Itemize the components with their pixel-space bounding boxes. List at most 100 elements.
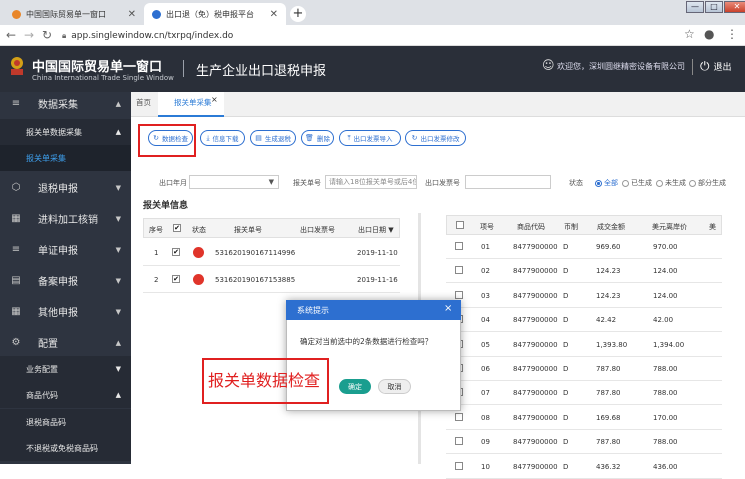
cell-cur: D bbox=[563, 267, 569, 276]
sidebar-item-tax-refund[interactable]: ⬡ 退税申报 ▼ bbox=[0, 172, 131, 203]
sidebar-item-filing[interactable]: ▤ 备案申报 ▼ bbox=[0, 265, 131, 296]
cell-fob: 788.00 bbox=[653, 389, 678, 398]
table-row[interactable]: 2 ✔ 531620190167153885 2019-11-16 bbox=[143, 266, 400, 293]
sidebar-item-label: 其他申报 bbox=[38, 308, 78, 319]
select-all-checkbox[interactable]: ✔ bbox=[173, 224, 181, 232]
confirm-button[interactable]: 确定 bbox=[339, 379, 371, 394]
cell-no: 06 bbox=[481, 365, 490, 373]
status-all-radio[interactable]: 全部 bbox=[595, 178, 618, 188]
chevron-down-icon: ▼ bbox=[268, 178, 274, 186]
row-checkbox[interactable] bbox=[455, 437, 463, 446]
tab-decl-collect[interactable]: 报关单采集 × bbox=[158, 92, 224, 117]
radio-icon bbox=[656, 179, 663, 187]
sidebar-item-data-collection[interactable]: ≡ 数据采集 ▲ bbox=[0, 88, 131, 119]
export-month-select[interactable]: ▼ bbox=[189, 175, 279, 189]
chevron-down-icon: ▼ bbox=[115, 214, 121, 223]
decl-no-input[interactable]: 请输入18位报关单号或后4位 bbox=[325, 175, 417, 189]
dialog-close-icon[interactable]: × bbox=[444, 303, 452, 314]
decl-no-placeholder: 请输入18位报关单号或后4位 bbox=[329, 178, 417, 186]
book-icon: ▤ bbox=[11, 275, 21, 286]
column-header[interactable]: 出口日期 ▼ bbox=[358, 225, 394, 235]
sidebar-subitem-exempt-code[interactable]: 不退税或免税商品码 bbox=[0, 435, 131, 461]
select-all-checkbox[interactable] bbox=[456, 221, 464, 229]
cell-code: 8477900000 bbox=[513, 340, 558, 349]
column-header: 序号 bbox=[149, 226, 163, 234]
download-icon: ⤓ bbox=[206, 133, 210, 142]
tab-close-icon[interactable]: × bbox=[211, 95, 218, 104]
sidebar-subitem-label: 商品代码 bbox=[26, 390, 58, 400]
sidebar-subitem-refund-code[interactable]: 退税商品码 bbox=[0, 409, 131, 435]
table-row[interactable]: 10 8477900000 D 436.32 436.00 bbox=[446, 455, 722, 479]
cell-amount: 124.23 bbox=[596, 267, 621, 276]
logo-title: 中国国际贸易单一窗口 bbox=[32, 60, 163, 75]
table-row[interactable]: 08 8477900000 D 169.68 170.00 bbox=[446, 406, 722, 430]
tab-close-icon[interactable]: ✕ bbox=[270, 9, 278, 20]
sidebar-item-label: 备案申报 bbox=[38, 277, 78, 288]
favicon-icon bbox=[12, 9, 21, 19]
minimize-button[interactable]: — bbox=[686, 1, 704, 13]
status-dot-icon bbox=[193, 247, 204, 258]
row-checkbox[interactable]: ✔ bbox=[172, 275, 180, 283]
gear-icon: ⚙︎ bbox=[11, 337, 21, 348]
close-window-button[interactable]: ✕ bbox=[724, 1, 745, 13]
tab-label: 出口退（免）税申报平台 bbox=[166, 9, 254, 19]
maximize-button[interactable]: □ bbox=[705, 1, 723, 13]
table-row[interactable]: 02 8477900000 D 124.23 124.00 bbox=[446, 259, 722, 284]
cancel-button[interactable]: 取消 bbox=[378, 379, 411, 394]
doc-icon: ▤ bbox=[255, 134, 262, 142]
row-checkbox[interactable] bbox=[455, 266, 463, 275]
row-checkbox[interactable]: ✔ bbox=[172, 248, 180, 256]
browser-tab-tax-platform[interactable]: 出口退（免）税申报平台 ✕ bbox=[144, 3, 286, 25]
bookmark-star-icon[interactable]: ☆ bbox=[684, 27, 695, 41]
upload-icon: ⤒ bbox=[347, 133, 351, 142]
profile-icon[interactable]: ● bbox=[704, 27, 714, 41]
new-tab-button[interactable]: + bbox=[290, 6, 306, 22]
table-row[interactable]: 05 8477900000 D 1,393.80 1,394.00 bbox=[446, 333, 722, 357]
cell-cur: D bbox=[563, 365, 569, 373]
sidebar-subitem-decl-collect[interactable]: 报关单采集 bbox=[0, 145, 131, 171]
row-checkbox[interactable] bbox=[455, 412, 463, 421]
url-text: app.singlewindow.cn/txrpq/index.do bbox=[71, 30, 234, 41]
table-row[interactable]: 01 8477900000 D 969.60 970.00 bbox=[446, 235, 722, 259]
status-partial-radio[interactable]: 部分生成 bbox=[689, 178, 726, 188]
layers-icon: ≡ bbox=[11, 98, 21, 109]
table-row[interactable]: 03 8477900000 D 124.23 124.00 bbox=[446, 284, 722, 308]
forward-icon[interactable]: → bbox=[24, 28, 34, 42]
status-not-generated-radio[interactable]: 未生成 bbox=[656, 178, 686, 188]
info-download-button[interactable]: ⤓ 信息下载 bbox=[200, 130, 245, 146]
tab-home[interactable]: 首页 bbox=[136, 97, 151, 108]
status-generated-radio[interactable]: 已生成 bbox=[622, 178, 652, 188]
invoice-no-input[interactable] bbox=[465, 175, 551, 189]
row-checkbox[interactable] bbox=[455, 242, 463, 250]
url-field[interactable]: 🔒︎ app.singlewindow.cn/txrpq/index.do bbox=[62, 28, 674, 43]
menu-kebab-icon[interactable]: ⋮ bbox=[726, 27, 738, 41]
logout-button[interactable]: ⏻ 退出 bbox=[700, 59, 732, 74]
sidebar-item-other[interactable]: ▦ 其他申报 ▼ bbox=[0, 296, 131, 327]
cell-amount: 787.80 bbox=[596, 365, 621, 373]
table-row[interactable]: 1 ✔ 531620190167114996 2019-11-10 bbox=[143, 239, 400, 266]
table-row[interactable]: 07 8477900000 D 787.80 788.00 bbox=[446, 381, 722, 406]
row-checkbox[interactable] bbox=[455, 461, 463, 470]
tab-close-icon[interactable]: ✕ bbox=[128, 9, 136, 20]
sidebar-item-config[interactable]: ⚙︎ 配置 ▲ bbox=[0, 327, 131, 358]
generate-refund-button[interactable]: ▤ 生成退税 bbox=[250, 130, 296, 146]
reload-icon[interactable]: ↻ bbox=[42, 28, 52, 42]
row-checkbox[interactable] bbox=[455, 290, 463, 299]
dialog-message: 确定对当前选中的2条数据进行检查吗？ bbox=[300, 337, 433, 346]
sidebar-subitem-biz-config[interactable]: 业务配置 ▼ bbox=[0, 356, 131, 382]
status-dot-icon bbox=[193, 274, 204, 285]
sidebar-subitem-decl-data[interactable]: 报关单数据采集 ▲ bbox=[0, 119, 131, 145]
invoice-import-button[interactable]: ⤒ 出口发票导入 bbox=[339, 130, 401, 146]
back-icon[interactable]: ← bbox=[6, 28, 16, 42]
sidebar-subitem-goods-code[interactable]: 商品代码 ▲ bbox=[0, 382, 131, 408]
table-row[interactable]: 09 8477900000 D 787.80 788.00 bbox=[446, 430, 722, 455]
sidebar-item-processing[interactable]: ▦ 进料加工核销 ▼ bbox=[0, 203, 131, 234]
export-month-label: 出口年月 bbox=[159, 179, 187, 187]
table-row[interactable]: 06 8477900000 D 787.80 788.00 bbox=[446, 357, 722, 381]
sidebar-item-documents[interactable]: ≡ 单证申报 ▼ bbox=[0, 234, 131, 265]
invoice-edit-button[interactable]: ↻ 出口发票修改 bbox=[405, 130, 466, 146]
browser-tab-singlewindow[interactable]: 中国国际贸易单一窗口 ✕ bbox=[4, 3, 144, 25]
cell-fob: 788.00 bbox=[653, 438, 678, 447]
delete-button[interactable]: 🗑︎ 删除 bbox=[301, 130, 334, 146]
table-row[interactable]: 04 8477900000 D 42.42 42.00 bbox=[446, 308, 722, 333]
